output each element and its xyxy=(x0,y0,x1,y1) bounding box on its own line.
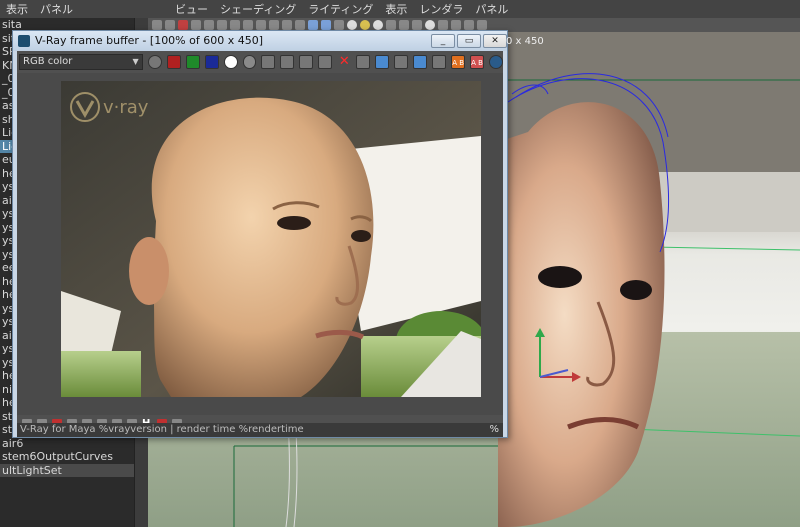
track-mouse-icon[interactable] xyxy=(375,55,390,69)
depth-of-field-icon[interactable] xyxy=(412,20,422,30)
outliner-item[interactable]: air6 xyxy=(0,437,134,451)
blue-channel-icon[interactable] xyxy=(204,55,219,69)
clear-image-icon[interactable] xyxy=(318,55,333,69)
gate-mask-icon[interactable] xyxy=(230,20,240,30)
status-text: V-Ray for Maya %vrayversion | render tim… xyxy=(20,424,304,435)
link-icon[interactable] xyxy=(413,55,428,69)
menu-show-2[interactable]: 表示 xyxy=(379,1,413,17)
safe-action-icon[interactable] xyxy=(256,20,266,30)
save-all-icon[interactable] xyxy=(280,55,295,69)
bookmark-icon[interactable] xyxy=(178,20,188,30)
close-button[interactable]: ✕ xyxy=(483,34,507,48)
xray-joints-icon[interactable] xyxy=(451,20,461,30)
vray-logo-icon xyxy=(18,35,30,47)
camera-attributes-icon[interactable] xyxy=(464,20,474,30)
minimize-button[interactable]: _ xyxy=(431,34,455,48)
film-gate-icon[interactable] xyxy=(204,20,214,30)
save-image-icon[interactable] xyxy=(261,55,276,69)
ear-render xyxy=(129,237,169,305)
close-x-icon[interactable]: ✕ xyxy=(337,55,351,69)
isolate-select-icon[interactable] xyxy=(425,20,435,30)
left-eye xyxy=(538,266,582,288)
ab-compare-2-icon[interactable]: A B xyxy=(470,55,485,69)
vfb-toolbar: RGB color ▼ ✕ A B A B xyxy=(17,51,504,73)
outliner-item[interactable]: ultLightSet xyxy=(0,463,134,477)
wireframe-icon[interactable] xyxy=(282,20,292,30)
camera-icon[interactable] xyxy=(152,20,162,30)
alpha-channel-icon[interactable] xyxy=(223,55,238,69)
load-image-icon[interactable] xyxy=(299,55,314,69)
eye-right-render xyxy=(351,230,371,242)
safe-title-icon[interactable] xyxy=(269,20,279,30)
menu-panels[interactable]: パネル xyxy=(34,1,79,17)
hud-icon[interactable] xyxy=(477,20,487,30)
green-channel-icon[interactable] xyxy=(185,55,200,69)
wireframe-on-shaded-icon[interactable] xyxy=(308,20,318,30)
menu-shading[interactable]: シェーディング xyxy=(214,1,302,17)
render-image[interactable]: v·ray xyxy=(61,81,481,397)
ambient-occlusion-icon[interactable] xyxy=(373,20,383,30)
maya-workspace: 表示 パネル ビュー シェーディング ライティング 表示 レンダラ パネル si… xyxy=(0,0,800,527)
eye-left-render xyxy=(277,216,311,230)
vfb-title-bar[interactable]: V-Ray frame buffer - [100% of 600 x 450]… xyxy=(13,31,507,51)
vfb-title: V-Ray frame buffer - [100% of 600 x 450] xyxy=(35,34,264,47)
field-chart-icon[interactable] xyxy=(243,20,253,30)
camera-render-icon[interactable] xyxy=(432,55,447,69)
render-canvas: v·ray xyxy=(61,81,481,397)
textured-icon[interactable] xyxy=(321,20,331,30)
maximize-button[interactable]: ▭ xyxy=(457,34,481,48)
pin-icon[interactable] xyxy=(356,55,371,69)
right-eye xyxy=(620,280,652,300)
menu-show[interactable]: 表示 xyxy=(0,1,34,17)
anti-aliasing-icon[interactable] xyxy=(399,20,409,30)
lights-icon[interactable] xyxy=(334,20,344,30)
vray-frame-buffer-window: V-Ray frame buffer - [100% of 600 x 450]… xyxy=(12,30,508,438)
light-bulb-icon[interactable] xyxy=(360,20,370,30)
viewport-resolution-label: 0 x 450 xyxy=(506,36,544,47)
menu-lighting[interactable]: ライティング xyxy=(302,1,379,17)
outliner-item[interactable]: stem6OutputCurves xyxy=(0,450,134,464)
rgb-channel-icon[interactable] xyxy=(147,55,162,69)
bush-left xyxy=(61,351,141,397)
maya-menu-bar: 表示 パネル ビュー シェーディング ライティング 表示 レンダラ パネル xyxy=(0,0,800,18)
menu-renderer[interactable]: レンダラ xyxy=(413,1,469,17)
chevron-down-icon: ▼ xyxy=(132,57,139,66)
render-icon[interactable] xyxy=(489,55,504,69)
resolution-gate-icon[interactable] xyxy=(217,20,227,30)
motion-blur-icon[interactable] xyxy=(386,20,396,30)
mono-channel-icon[interactable] xyxy=(242,55,257,69)
shadows-icon[interactable] xyxy=(347,20,357,30)
xray-icon[interactable] xyxy=(438,20,448,30)
vfb-status-bar: V-Ray for Maya %vrayversion | render tim… xyxy=(17,423,503,437)
channel-select[interactable]: RGB color ▼ xyxy=(19,54,143,70)
menu-panels-2[interactable]: パネル xyxy=(469,1,514,17)
vray-watermark-text: v·ray xyxy=(103,97,149,118)
head-render xyxy=(151,97,374,397)
grid-icon[interactable] xyxy=(191,20,201,30)
channel-select-value: RGB color xyxy=(23,56,73,67)
status-percent: % xyxy=(489,424,499,435)
ab-compare-icon[interactable]: A B xyxy=(451,55,466,69)
region-render-icon[interactable] xyxy=(394,55,409,69)
select-camera-icon[interactable] xyxy=(165,20,175,30)
vfb-body: RGB color ▼ ✕ A B A B v·ray xyxy=(17,51,504,435)
menu-view[interactable]: ビュー xyxy=(169,1,214,17)
smooth-shade-icon[interactable] xyxy=(295,20,305,30)
red-channel-icon[interactable] xyxy=(166,55,181,69)
